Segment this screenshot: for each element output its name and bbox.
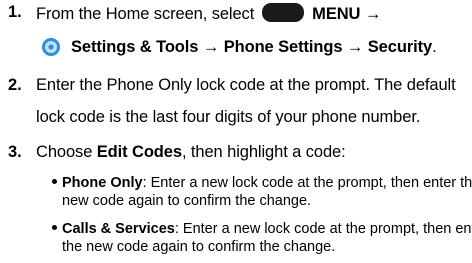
bullet-term: Phone Only [62,175,143,191]
step-number: 1. [8,3,22,21]
bullet-text: : Enter a new lock code at the prompt, t… [174,221,472,237]
step-text: . [432,38,437,56]
bullet-text: new code again to confirm the change. [62,193,312,209]
step-number: 3. [8,143,22,161]
step-text-line: Settings & Tools → Phone Settings → Secu… [71,38,437,57]
menu-label: MENU → [312,5,382,23]
bullet-item: Calls & Services: Enter a new lock code … [52,221,472,237]
bullet-text: : Enter a new lock code at the prompt, t… [142,175,472,191]
bullet-term: Calls & Services [62,221,175,237]
step-text: lock code is the last four digits of you… [36,108,421,126]
step-number: 2. [8,76,22,94]
step-text-line: Choose Edit Codes, then highlight a code… [36,143,346,162]
step-text: Choose [36,143,97,161]
settings-tools-icon [42,38,60,56]
bullet-text: the new code again to confirm the change… [62,239,336,255]
step-text: , then highlight a code: [181,143,346,161]
bullet-item: Phone Only: Enter a new lock code at the… [52,175,472,191]
step-text-line: From the Home screen, select MENU → [36,3,381,24]
step-text: From the Home screen, select [36,5,255,23]
bullet-dot-icon [52,225,57,230]
settings-path: Settings & Tools → Phone Settings → Secu… [71,38,433,56]
edit-codes-label: Edit Codes [96,143,182,161]
bullet-dot-icon [52,179,57,184]
menu-key-icon [261,3,304,22]
step-text: Enter the Phone Only lock code at the pr… [36,76,456,94]
